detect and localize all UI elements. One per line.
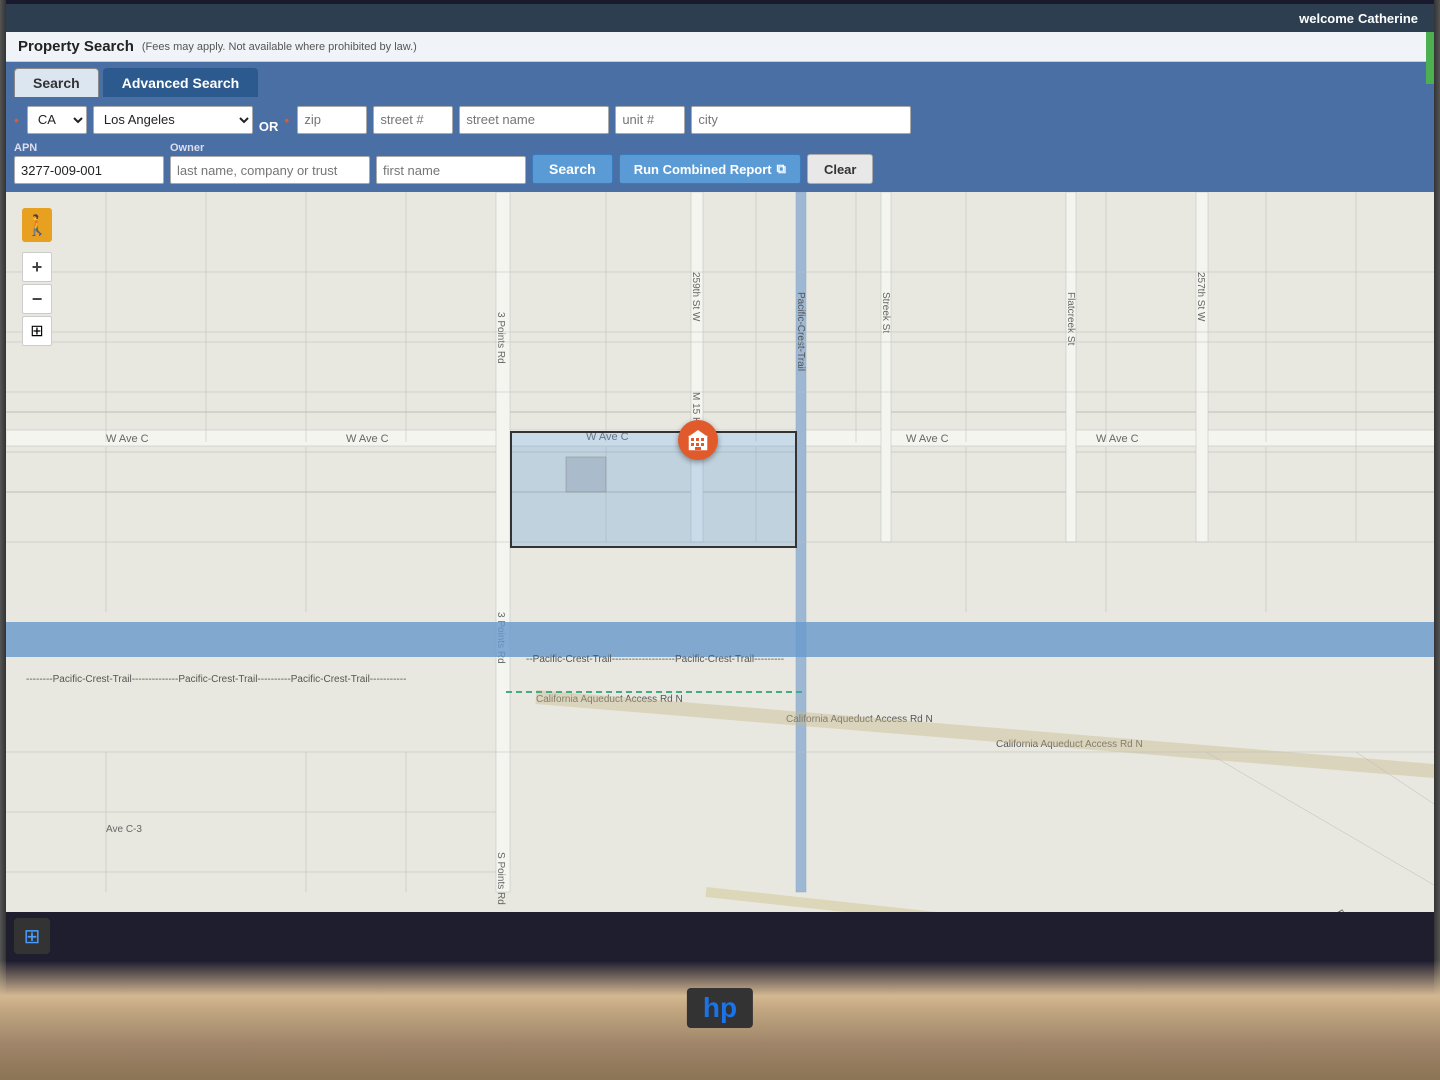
last-name-input[interactable]: [170, 156, 370, 184]
street-name-input[interactable]: [459, 106, 609, 134]
zoom-out-button[interactable]: −: [22, 284, 52, 314]
svg-text:3 Points Rd: 3 Points Rd: [495, 312, 506, 364]
map-container[interactable]: W Ave C W Ave C W Ave C W Ave C W Ave C …: [6, 192, 1434, 960]
svg-text:W Ave C: W Ave C: [346, 433, 389, 445]
svg-text:Pacific-Crest-Trail: Pacific-Crest-Trail: [795, 292, 806, 371]
search-row2: APN Owner Search Run Combined Report ⧉ C…: [6, 138, 1434, 192]
dot-state: •: [14, 112, 19, 128]
city-input[interactable]: [691, 106, 911, 134]
search-row1: • CA NY TX FL Los Angeles OR •: [6, 97, 1434, 138]
svg-text:W Ave C: W Ave C: [106, 433, 149, 445]
svg-text:259th St W: 259th St W: [690, 272, 701, 322]
state-select[interactable]: CA NY TX FL: [27, 106, 87, 134]
svg-text:Ave C-3: Ave C-3: [106, 824, 142, 835]
run-report-icon: ⧉: [777, 161, 786, 177]
building-icon: [686, 428, 710, 452]
run-report-label: Run Combined Report: [634, 162, 772, 177]
tabs-row: Search Advanced Search: [6, 62, 1434, 97]
dot-zip: •: [284, 112, 289, 128]
tab-search[interactable]: Search: [14, 68, 99, 97]
green-accent: [1426, 32, 1434, 84]
svg-text:S Points Rd: S Points Rd: [495, 852, 506, 905]
apn-group: APN: [14, 142, 164, 184]
svg-text:--Pacific-Crest-Trail---------: --Pacific-Crest-Trail-------------------…: [526, 654, 784, 665]
owner-group: Owner: [170, 142, 526, 184]
county-select[interactable]: Los Angeles: [93, 106, 253, 134]
unit-input[interactable]: [615, 106, 685, 134]
person-icon: 🚶: [25, 213, 50, 238]
svg-text:W Ave C: W Ave C: [1096, 433, 1139, 445]
tab-advanced-search[interactable]: Advanced Search: [103, 68, 259, 97]
owner-label: Owner: [170, 142, 526, 154]
street-num-input[interactable]: [373, 106, 453, 134]
map-svg: W Ave C W Ave C W Ave C W Ave C W Ave C …: [6, 192, 1434, 960]
or-label: OR: [259, 105, 279, 134]
first-name-input[interactable]: [376, 156, 526, 184]
apn-label: APN: [14, 142, 164, 154]
fees-note: (Fees may apply. Not available where pro…: [142, 41, 417, 53]
start-button[interactable]: ⊞: [14, 918, 50, 954]
svg-text:Streek St: Streek St: [880, 292, 891, 333]
svg-text:257th St W: 257th St W: [1195, 272, 1206, 322]
zoom-in-button[interactable]: +: [22, 252, 52, 282]
run-combined-report-button[interactable]: Run Combined Report ⧉: [619, 154, 801, 184]
taskbar: ⊞: [6, 912, 1434, 960]
svg-text:--------Pacific-Crest-Trail---: --------Pacific-Crest-Trail-------------…: [26, 674, 406, 685]
clear-button[interactable]: Clear: [807, 154, 874, 184]
layers-button[interactable]: ⊞: [22, 316, 52, 346]
svg-text:W Ave C: W Ave C: [906, 433, 949, 445]
layers-icon: ⊞: [30, 321, 43, 341]
search-button[interactable]: Search: [532, 154, 613, 184]
map-controls: 🚶 + − ⊞: [22, 208, 52, 346]
streetview-button[interactable]: 🚶: [22, 208, 52, 242]
start-icon: ⊞: [24, 924, 41, 949]
page-title: Property Search: [18, 38, 134, 55]
apn-input[interactable]: [14, 156, 164, 184]
svg-text:Flatcreek St: Flatcreek St: [1065, 292, 1076, 346]
zip-input[interactable]: [297, 106, 367, 134]
property-marker[interactable]: [678, 420, 718, 460]
welcome-text: welcome: [1299, 11, 1354, 26]
hp-logo: hp: [687, 988, 753, 1028]
top-bar: welcome Catherine: [6, 4, 1434, 32]
user-name: Catherine: [1358, 11, 1418, 26]
